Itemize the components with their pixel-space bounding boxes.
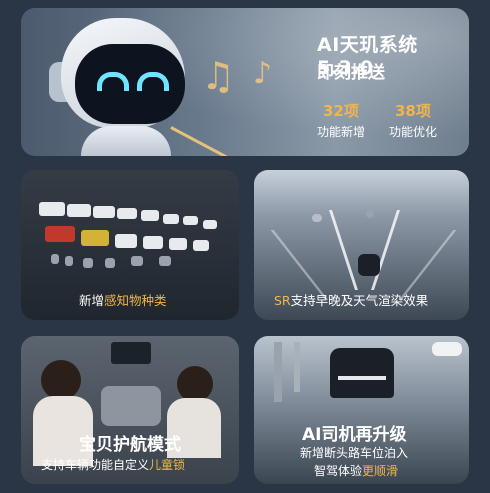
subtitle-highlight: 儿童锁 [149,458,186,472]
line2-highlight: 更顺滑 [362,464,399,478]
ai-driver-line2: 智驾体验更顺滑 [314,462,398,479]
sr-caption: SR支持早晚及天气渲染效果 [274,290,428,309]
child-mode-subtitle: 支持车辆功能自定义儿童锁 [41,456,185,473]
robot-face [75,44,185,124]
ai-driver-line1: 新增断头路车位泊入 [300,446,409,460]
caption-text: 支持早晚及天气渲染效果 [290,293,429,308]
caption-highlight: SR [274,293,291,308]
robot-eye-right [137,72,169,91]
ai-driver-title: AI司机再升级 [302,425,407,445]
subtitle-text: 支持车辆功能自定义 [41,458,150,472]
perception-caption: 新增感知物种类 [79,290,167,309]
feature-card-ai-driver[interactable]: AI司机再升级 新增断头路车位泊入 智驾体验更顺滑 [254,336,469,484]
robot-eye-left [97,72,129,91]
music-note-icon: ♪ [253,56,273,91]
caption-highlight: 感知物种类 [104,293,167,308]
caption-text: 新增 [79,293,105,308]
robot-body [81,126,171,156]
feature-card-perception[interactable]: 新增感知物种类 [21,170,239,320]
hero-banner[interactable]: ♫ ♪ AI天玑系统5.3.0 即刻推送 32项 功能新增 38项 功能优化 [21,8,469,156]
music-note-icon: ♫ [201,54,236,98]
feature-card-sr-rendering[interactable]: SR支持早晚及天气渲染效果 [254,170,469,320]
child-mode-title: 宝贝护航模式 [79,435,181,455]
stat-new-label: 功能新增 [317,125,366,139]
stat-new-count: 32项 [323,102,359,120]
stat-optimized-count: 38项 [395,102,431,120]
feature-card-child-mode[interactable]: 宝贝护航模式 支持车辆功能自定义儿童锁 [21,336,239,484]
line2-text: 智驾体验 [314,464,363,478]
stat-optimized-label: 功能优化 [389,125,438,139]
hero-subtitle: 即刻推送 [317,63,385,83]
